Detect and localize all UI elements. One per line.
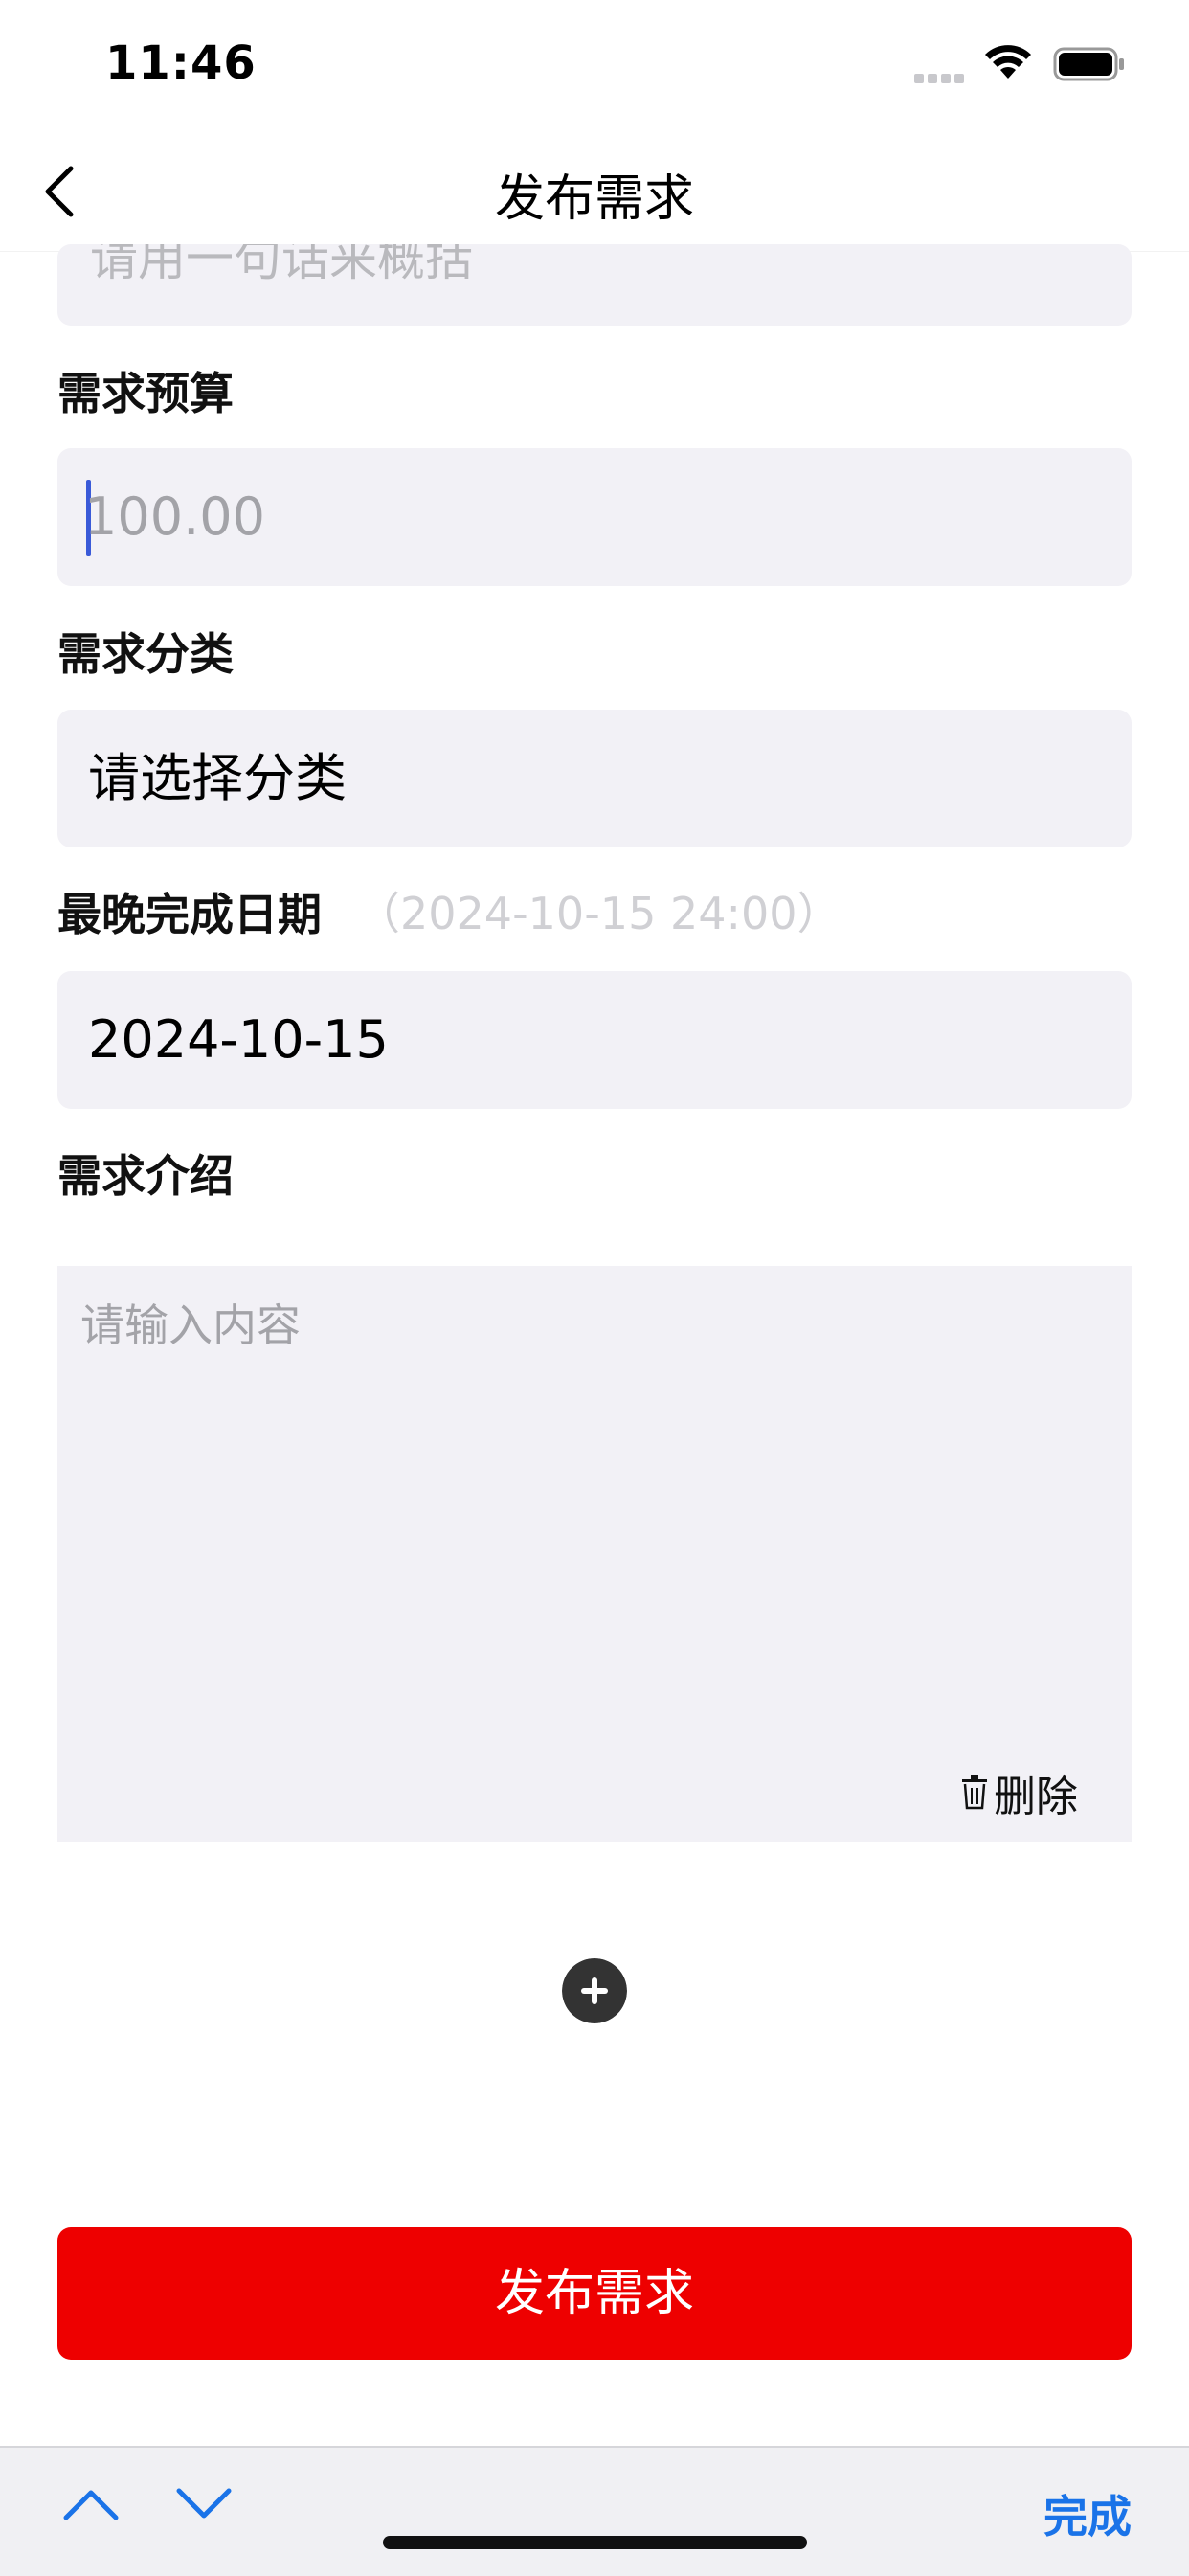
delete-label: 删除 xyxy=(994,1773,1078,1821)
intro-label: 需求介绍 xyxy=(57,1150,234,1202)
status-time: 11:46 xyxy=(105,36,257,90)
category-label: 需求分类 xyxy=(57,628,234,680)
deadline-label: 最晚完成日期 xyxy=(57,889,322,940)
category-value: 请选择分类 xyxy=(88,748,347,808)
done-button[interactable]: 完成 xyxy=(1043,2482,1132,2545)
title-input[interactable]: 请用一句话来概括 xyxy=(57,244,1132,326)
intro-textarea[interactable]: 请输入内容 删除 xyxy=(57,1266,1132,1842)
wifi-icon xyxy=(985,45,1031,79)
deadline-picker[interactable]: 2024-10-15 xyxy=(57,971,1132,1109)
intro-placeholder: 请输入内容 xyxy=(80,1299,301,1351)
add-button[interactable] xyxy=(562,1958,627,2023)
home-indicator xyxy=(383,2536,807,2549)
budget-placeholder: 100.00 xyxy=(84,486,265,547)
publish-button[interactable]: 发布需求 xyxy=(57,2227,1132,2360)
cellular-signal-icon xyxy=(914,69,970,83)
page-title: 发布需求 xyxy=(494,170,694,228)
chevron-up-icon[interactable] xyxy=(62,2485,120,2523)
budget-label: 需求预算 xyxy=(57,368,234,419)
delete-button[interactable]: 删除 xyxy=(961,1764,1078,1821)
trash-icon xyxy=(962,1775,987,1810)
budget-input[interactable]: 100.00 xyxy=(57,448,1132,586)
category-select[interactable]: 请选择分类 xyxy=(57,710,1132,847)
deadline-value: 2024-10-15 xyxy=(88,1009,389,1070)
chevron-down-icon[interactable] xyxy=(175,2485,233,2523)
deadline-hint: （2024-10-15 24:00） xyxy=(356,888,841,939)
battery-icon xyxy=(1053,47,1124,81)
title-placeholder: 请用一句话来概括 xyxy=(90,244,473,286)
